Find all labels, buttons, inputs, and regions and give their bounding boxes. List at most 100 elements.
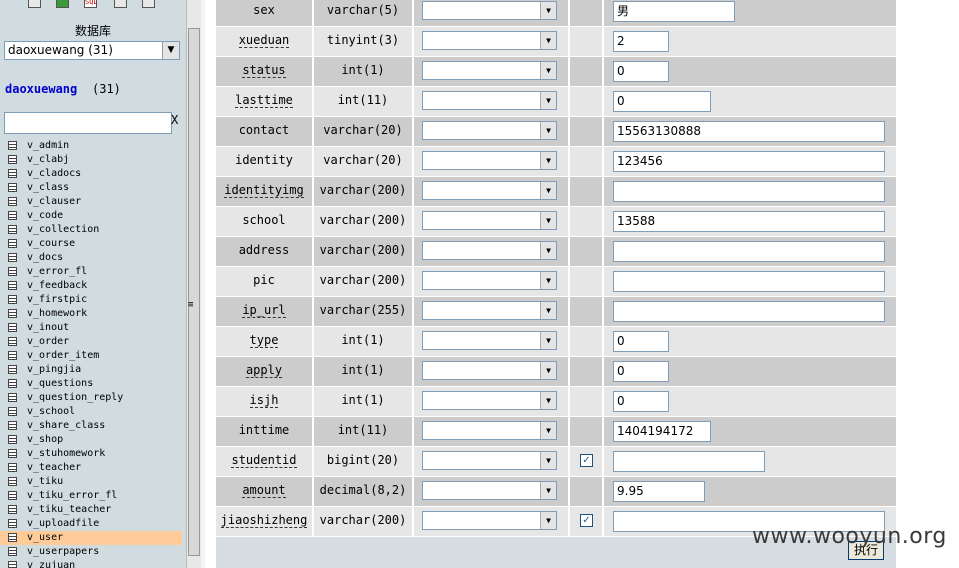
value-input[interactable]: 0: [613, 331, 669, 352]
table-name-link[interactable]: v_firstpic: [27, 293, 87, 307]
chevron-down-icon[interactable]: ▼: [540, 482, 556, 499]
table-name-link[interactable]: v_admin: [27, 139, 69, 153]
table-icon[interactable]: [8, 323, 17, 332]
table-icon[interactable]: [8, 519, 17, 528]
table-icon[interactable]: [8, 169, 17, 178]
table-icon[interactable]: [8, 309, 17, 318]
table-list-item[interactable]: v_questions: [0, 377, 182, 391]
value-input[interactable]: 0: [613, 61, 669, 82]
function-select[interactable]: ▼: [422, 1, 557, 20]
table-name-link[interactable]: v_order: [27, 335, 69, 349]
function-select[interactable]: ▼: [422, 481, 557, 500]
database-name-link[interactable]: daoxuewang: [5, 82, 77, 96]
table-list-item[interactable]: v_order: [0, 335, 182, 349]
table-name-link[interactable]: v_question_reply: [27, 391, 123, 405]
table-list-item[interactable]: v_user: [0, 531, 182, 545]
table-name-link[interactable]: v_stuhomework: [27, 447, 105, 461]
table-list-item[interactable]: v_order_item: [0, 349, 182, 363]
null-checkbox[interactable]: ✓: [580, 454, 593, 467]
table-icon[interactable]: [8, 155, 17, 164]
filter-clear-button[interactable]: X: [171, 113, 178, 127]
table-icon[interactable]: [8, 421, 17, 430]
chevron-down-icon[interactable]: ▼: [540, 32, 556, 49]
function-select[interactable]: ▼: [422, 421, 557, 440]
table-name-link[interactable]: v_collection: [27, 223, 99, 237]
value-input[interactable]: [613, 241, 885, 262]
value-input[interactable]: 0: [613, 91, 711, 112]
exit-icon[interactable]: [56, 0, 69, 8]
table-name-link[interactable]: v_clauser: [27, 195, 81, 209]
table-name-link[interactable]: v_pingjia: [27, 363, 81, 377]
table-icon[interactable]: [8, 253, 17, 262]
table-icon[interactable]: [8, 505, 17, 514]
table-list-item[interactable]: v_userpapers: [0, 545, 182, 559]
table-name-link[interactable]: v_tiku_teacher: [27, 503, 111, 517]
table-list-item[interactable]: v_share_class: [0, 419, 182, 433]
table-name-link[interactable]: v_code: [27, 209, 63, 223]
table-icon[interactable]: [8, 491, 17, 500]
table-name-link[interactable]: v_user: [27, 531, 63, 545]
table-name-link[interactable]: v_tiku_error_fl: [27, 489, 117, 503]
table-icon[interactable]: [8, 561, 17, 568]
home-icon[interactable]: [28, 0, 41, 8]
table-name-link[interactable]: v_zujuan: [27, 559, 75, 568]
value-input[interactable]: 2: [613, 31, 669, 52]
table-list-item[interactable]: v_clauser: [0, 195, 182, 209]
function-select[interactable]: ▼: [422, 211, 557, 230]
table-list-item[interactable]: v_collection: [0, 223, 182, 237]
value-input[interactable]: 13588: [613, 211, 885, 232]
function-select[interactable]: ▼: [422, 331, 557, 350]
table-list-item[interactable]: v_uploadfile: [0, 517, 182, 531]
function-select[interactable]: ▼: [422, 61, 557, 80]
table-name-link[interactable]: v_shop: [27, 433, 63, 447]
chevron-down-icon[interactable]: ▼: [540, 392, 556, 409]
table-icon[interactable]: [8, 449, 17, 458]
value-input[interactable]: [613, 271, 885, 292]
table-list-item[interactable]: v_stuhomework: [0, 447, 182, 461]
value-input[interactable]: 9.95: [613, 481, 705, 502]
table-icon[interactable]: [8, 281, 17, 290]
value-input[interactable]: 1404194172: [613, 421, 711, 442]
table-list-item[interactable]: v_inout: [0, 321, 182, 335]
function-select[interactable]: ▼: [422, 301, 557, 320]
table-list-item[interactable]: v_pingjia: [0, 363, 182, 377]
table-list-item[interactable]: v_admin: [0, 139, 182, 153]
value-input[interactable]: [613, 301, 885, 322]
function-select[interactable]: ▼: [422, 361, 557, 380]
table-icon[interactable]: [8, 239, 17, 248]
function-select[interactable]: ▼: [422, 181, 557, 200]
chevron-down-icon[interactable]: ▼: [540, 272, 556, 289]
function-select[interactable]: ▼: [422, 271, 557, 290]
table-list-item[interactable]: v_class: [0, 181, 182, 195]
table-list-item[interactable]: v_tiku: [0, 475, 182, 489]
table-list-item[interactable]: v_firstpic: [0, 293, 182, 307]
table-list-item[interactable]: v_feedback: [0, 279, 182, 293]
function-select[interactable]: ▼: [422, 391, 557, 410]
value-input[interactable]: 123456: [613, 151, 885, 172]
value-input[interactable]: [613, 181, 885, 202]
table-name-link[interactable]: v_teacher: [27, 461, 81, 475]
table-icon[interactable]: [8, 407, 17, 416]
table-icon[interactable]: [8, 365, 17, 374]
table-name-link[interactable]: v_share_class: [27, 419, 105, 433]
table-list-item[interactable]: v_tiku_teacher: [0, 503, 182, 517]
table-list-item[interactable]: v_homework: [0, 307, 182, 321]
chevron-down-icon[interactable]: ▼: [540, 122, 556, 139]
table-name-link[interactable]: v_course: [27, 237, 75, 251]
chevron-down-icon[interactable]: ▼: [540, 512, 556, 529]
table-name-link[interactable]: v_userpapers: [27, 545, 99, 559]
value-input[interactable]: 0: [613, 361, 669, 382]
table-name-link[interactable]: v_feedback: [27, 279, 87, 293]
table-list-item[interactable]: v_cladocs: [0, 167, 182, 181]
table-icon[interactable]: [8, 267, 17, 276]
table-name-link[interactable]: v_error_fl: [27, 265, 87, 279]
chevron-down-icon[interactable]: ▼: [540, 332, 556, 349]
help-icon[interactable]: [142, 0, 155, 8]
table-icon[interactable]: [8, 337, 17, 346]
table-icon[interactable]: [8, 379, 17, 388]
docs-icon[interactable]: [114, 0, 127, 8]
table-icon[interactable]: [8, 435, 17, 444]
function-select[interactable]: ▼: [422, 151, 557, 170]
table-list-item[interactable]: v_clabj: [0, 153, 182, 167]
database-select[interactable]: daoxuewang (31) ▼: [4, 41, 180, 60]
